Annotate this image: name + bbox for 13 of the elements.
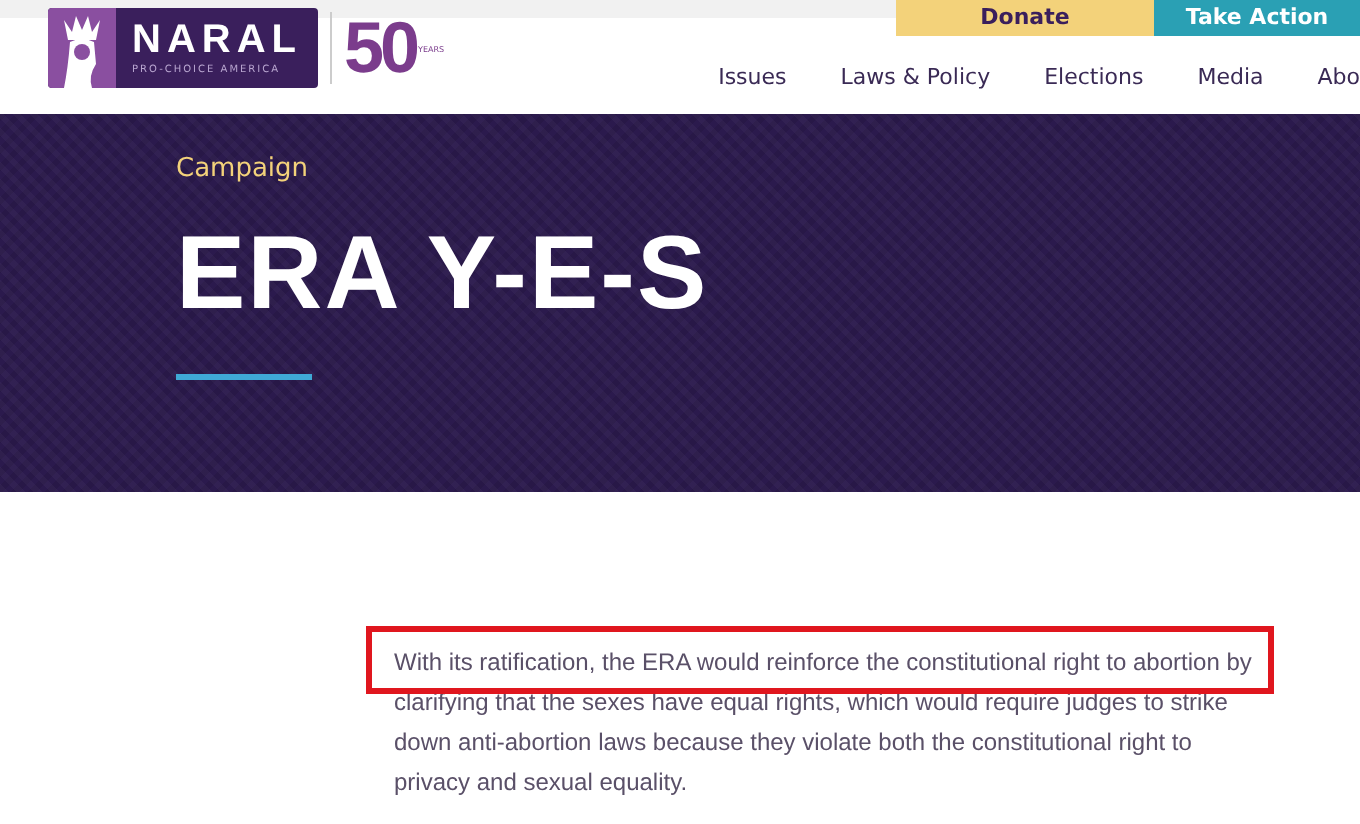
hero-title: ERA Y-E-S (176, 222, 711, 326)
body-paragraph: With its ratification, the ERA would reinforce the constitutional right to abortion by clarifying that the sexes have equal rights, which would require judges to strike down anti-abortion laws because they violate both the constitutional right to privacy and sexual equality. (394, 646, 1254, 800)
nav-link[interactable]: Elections (990, 64, 1144, 90)
donate-button[interactable]: Donate (896, 0, 1154, 36)
nav-link[interactable]: Abo (1263, 64, 1360, 90)
nav-link[interactable]: Laws & Policy (786, 64, 991, 90)
nav-link[interactable]: Media (1143, 64, 1264, 90)
nav-link[interactable]: Issues (718, 64, 787, 90)
statue-icon (48, 8, 116, 88)
title-underline (176, 374, 312, 380)
anniversary-number: 50 (344, 8, 417, 88)
logo-wordmark: NARAL (132, 18, 302, 62)
hero-eyebrow: Campaign (176, 154, 311, 186)
